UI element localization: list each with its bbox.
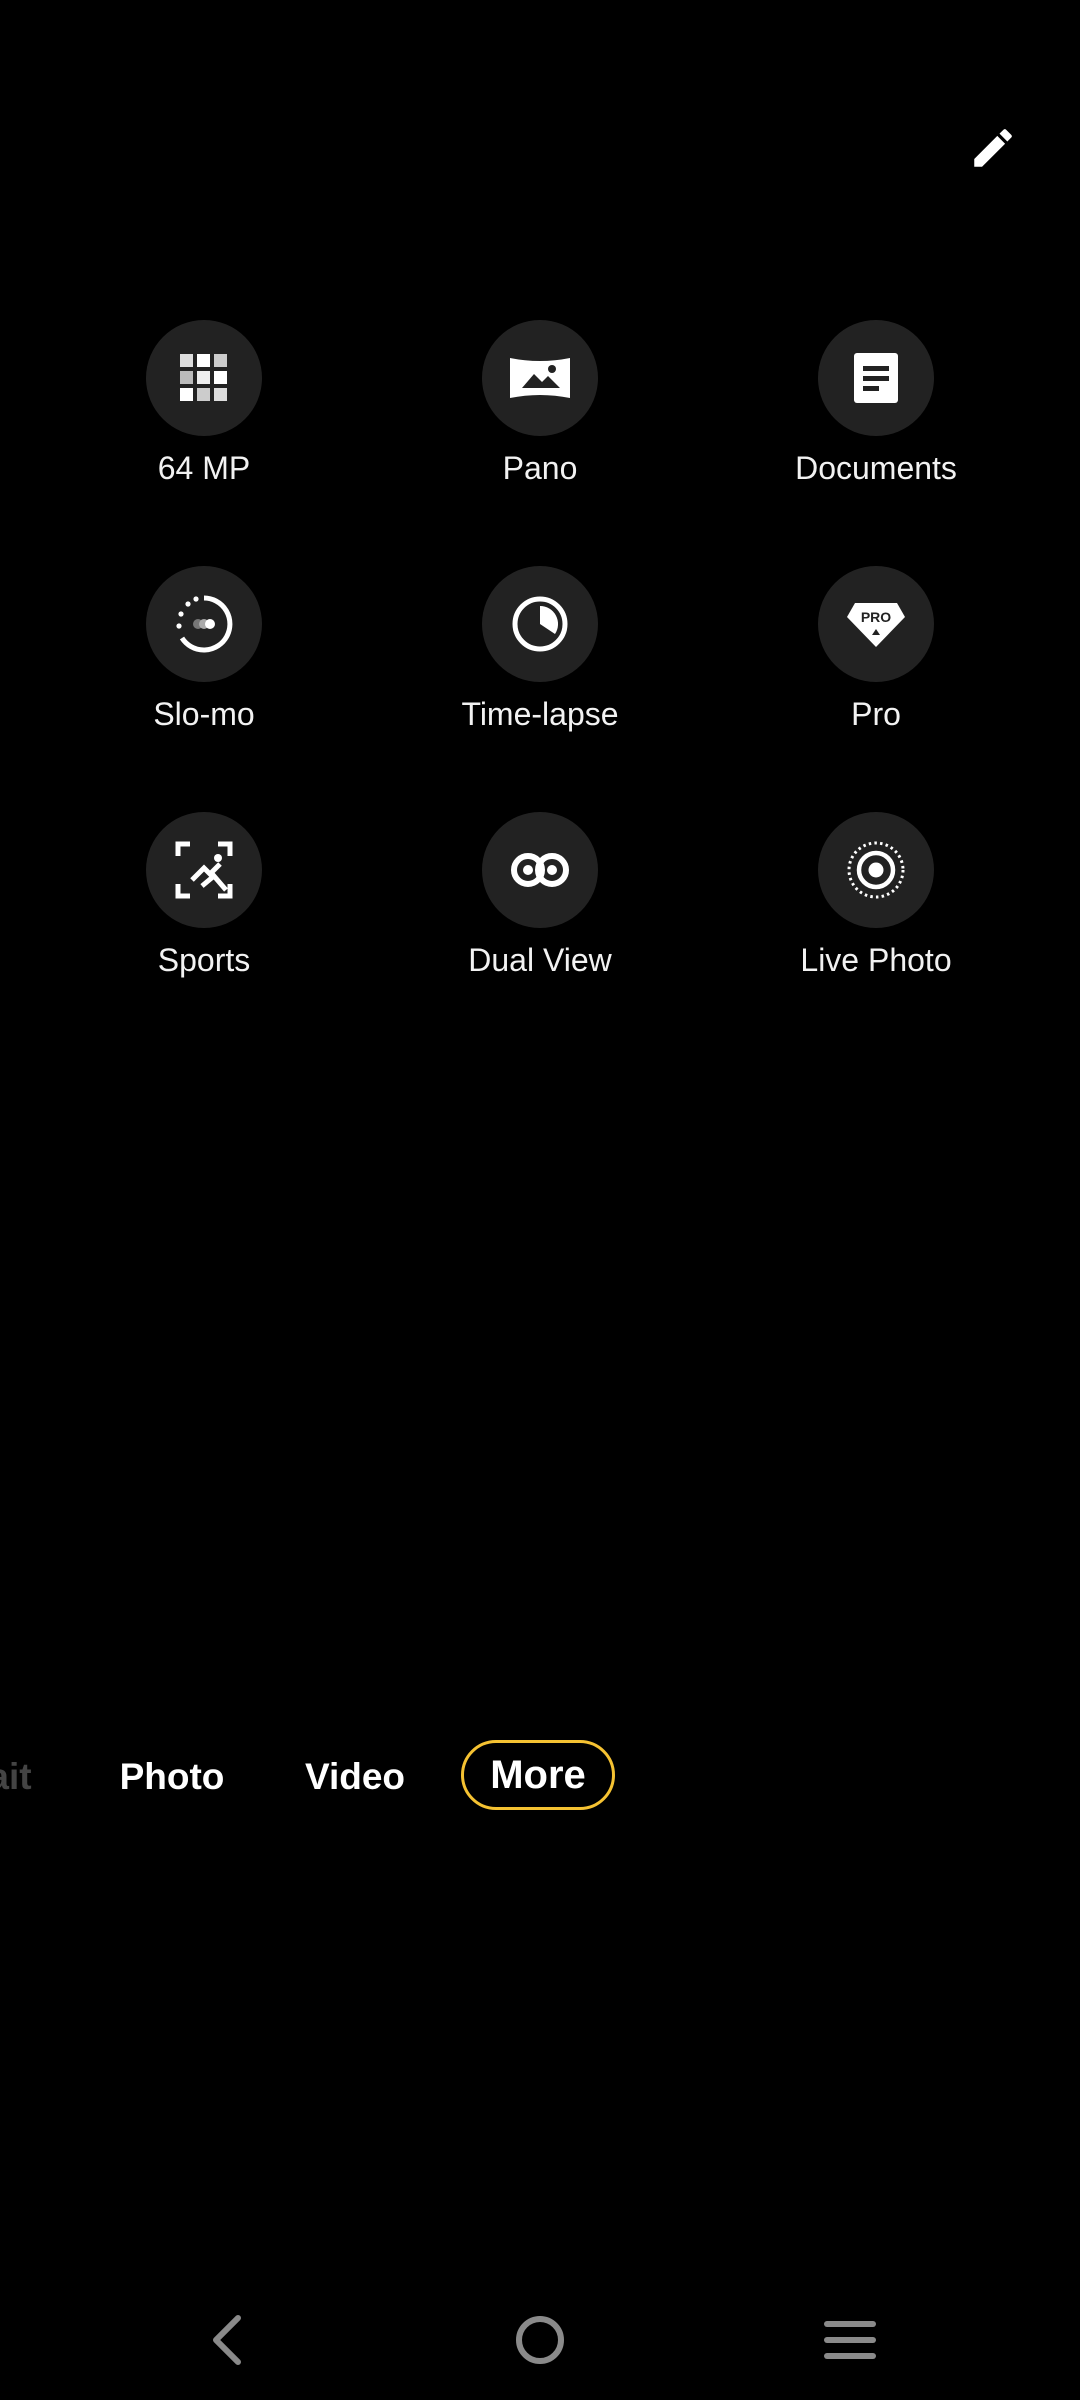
edit-button[interactable] (960, 115, 1026, 181)
mode-pano-button[interactable] (482, 320, 598, 436)
mode-dual-view[interactable]: Dual View (372, 812, 708, 980)
mode-pro-button[interactable]: PRO (818, 566, 934, 682)
mode-live-photo-button[interactable] (818, 812, 934, 928)
home-button[interactable] (500, 2300, 580, 2380)
tab-video[interactable]: Video (290, 1740, 420, 1814)
grid-64mp-icon (180, 354, 227, 401)
tab-photo[interactable]: Photo (102, 1740, 242, 1814)
pencil-icon (974, 129, 1012, 167)
mode-64mp-button[interactable] (146, 320, 262, 436)
mode-label: Time-lapse (461, 696, 619, 732)
mode-pano[interactable]: Pano (372, 320, 708, 488)
system-nav-bar (0, 2300, 1080, 2380)
mode-label: Documents (795, 450, 957, 486)
mode-documents-button[interactable] (818, 320, 934, 436)
mode-slo-mo-button[interactable] (146, 566, 262, 682)
mode-dual-view-button[interactable] (482, 812, 598, 928)
home-icon (516, 2316, 564, 2364)
mode-64mp[interactable]: 64 MP (36, 320, 372, 488)
document-icon (854, 353, 898, 403)
mode-label: Live Photo (800, 942, 952, 978)
tab-more[interactable]: More (461, 1740, 615, 1810)
mode-sports-button[interactable] (146, 812, 262, 928)
back-icon (213, 2315, 241, 2365)
mode-documents[interactable]: Documents (708, 320, 1044, 488)
menu-icon (824, 2321, 876, 2359)
mode-label: Dual View (468, 942, 612, 978)
mode-label: Pro (851, 696, 901, 732)
menu-button[interactable] (810, 2300, 890, 2380)
mode-slo-mo[interactable]: Slo-mo (36, 566, 372, 734)
live-photo-icon (847, 841, 905, 899)
mode-live-photo[interactable]: Live Photo (708, 812, 1044, 980)
svg-text:PRO: PRO (861, 609, 891, 625)
tab-portrait[interactable]: ait (0, 1740, 50, 1814)
mode-pro[interactable]: PRO Pro (708, 566, 1044, 734)
mode-sports[interactable]: Sports (36, 812, 372, 980)
slow-motion-icon (176, 595, 233, 653)
mode-label: Slo-mo (153, 696, 255, 732)
pro-icon: PRO (847, 603, 905, 647)
mode-time-lapse-button[interactable] (482, 566, 598, 682)
mode-label: Sports (157, 942, 251, 978)
dual-view-icon (511, 853, 569, 887)
clock-icon (512, 596, 568, 652)
panorama-icon (510, 358, 570, 398)
mode-grid: 64 MP Pano Documents Slo-mo Time-lapse P… (0, 320, 1080, 980)
mode-label: Pano (502, 450, 578, 486)
mode-time-lapse[interactable]: Time-lapse (372, 566, 708, 734)
mode-label: 64 MP (157, 450, 251, 486)
back-button[interactable] (188, 2300, 268, 2380)
capture-mode-bar: ait Photo Video More (0, 1740, 1080, 1820)
sports-icon (175, 841, 233, 899)
